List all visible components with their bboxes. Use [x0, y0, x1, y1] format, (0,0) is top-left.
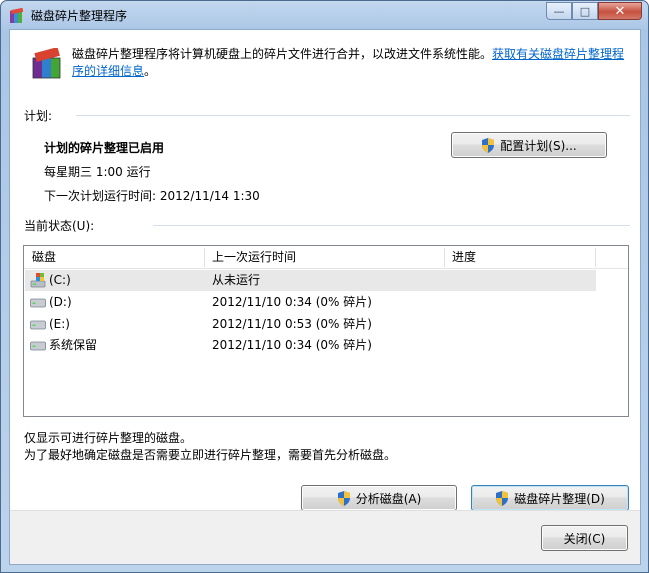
- disk-last-run: 从未运行: [212, 273, 261, 287]
- defrag-app-icon-large: [32, 48, 61, 79]
- disk-row-e[interactable]: (E:) 2012/11/10 0:53 (0% 碎片): [25, 314, 596, 335]
- maximize-button[interactable]: □: [572, 2, 598, 20]
- system-drive-icon: [30, 273, 46, 288]
- disk-name: (E:): [49, 317, 70, 331]
- disk-row-c[interactable]: (C:) 从未运行: [25, 270, 596, 291]
- close-window-button[interactable]: ✕: [598, 2, 642, 20]
- disk-name: (C:): [49, 273, 71, 287]
- note-analyze-first: 为了最好地确定磁盘是否需要立即进行碎片整理，需要首先分析磁盘。: [24, 448, 397, 462]
- schedule-frequency: 每星期三 1:00 运行: [44, 165, 151, 179]
- help-link-continued[interactable]: 序的详细信息: [72, 64, 144, 78]
- schedule-next-run: 下一次计划运行时间: 2012/11/14 1:30: [44, 189, 260, 203]
- minimize-button[interactable]: —: [546, 2, 572, 20]
- uac-shield-icon: [337, 490, 350, 506]
- dialog-footer: 关闭(C): [10, 510, 640, 564]
- note-defraggable-only: 仅显示可进行碎片整理的磁盘。: [24, 431, 193, 445]
- column-disk[interactable]: 磁盘: [24, 246, 204, 269]
- title-bar[interactable]: 磁盘碎片整理程序 — □ ✕: [1, 1, 648, 29]
- analyze-disk-button[interactable]: 分析磁盘(A): [301, 485, 457, 511]
- uac-shield-icon: [482, 137, 495, 153]
- disk-row-d[interactable]: (D:) 2012/11/10 0:34 (0% 碎片): [25, 292, 596, 313]
- schedule-divider: [76, 115, 630, 116]
- disk-list[interactable]: 磁盘 上一次运行时间 进度 (C:) 从未运行 (D:) 2012/11/10 …: [23, 245, 629, 417]
- column-progress[interactable]: 进度: [444, 246, 594, 269]
- drive-icon: [30, 320, 46, 330]
- column-last-run[interactable]: 上一次运行时间: [204, 246, 444, 269]
- description-text: 磁盘碎片整理程序将计算机硬盘上的碎片文件进行合并，以改进文件系统性能。获取有关磁…: [72, 47, 625, 78]
- help-link[interactable]: 获取有关磁盘碎片整理程: [492, 47, 624, 61]
- status-section-label: 当前状态(U):: [24, 219, 95, 233]
- disk-list-header: 磁盘 上一次运行时间 进度: [24, 246, 628, 269]
- disk-name: 系统保留: [49, 338, 98, 352]
- disk-last-run: 2012/11/10 0:34 (0% 碎片): [212, 295, 372, 309]
- disk-name: (D:): [49, 295, 72, 309]
- drive-icon: [30, 298, 46, 308]
- disk-last-run: 2012/11/10 0:53 (0% 碎片): [212, 317, 372, 331]
- schedule-status: 计划的碎片整理已启用: [44, 141, 165, 155]
- disk-last-run: 2012/11/10 0:34 (0% 碎片): [212, 338, 372, 352]
- uac-shield-icon: [496, 490, 509, 506]
- close-button[interactable]: 关闭(C): [541, 525, 628, 551]
- defrag-app-icon: [10, 8, 24, 23]
- disk-row-system-reserved[interactable]: 系统保留 2012/11/10 0:34 (0% 碎片): [25, 335, 596, 356]
- status-divider: [153, 225, 630, 226]
- window-title: 磁盘碎片整理程序: [31, 9, 128, 23]
- drive-icon: [30, 341, 46, 351]
- column-separator[interactable]: [595, 248, 596, 267]
- client-area: 磁盘碎片整理程序将计算机硬盘上的碎片文件进行合并，以改进文件系统性能。获取有关磁…: [9, 29, 641, 565]
- defrag-window: 磁盘碎片整理程序 — □ ✕ 磁盘碎片整理程序将计算机硬盘上的碎片文件进行合并，…: [0, 0, 649, 573]
- defragment-disk-button[interactable]: 磁盘碎片整理(D): [471, 485, 629, 511]
- configure-schedule-button[interactable]: 配置计划(S)...: [451, 132, 607, 158]
- schedule-section-label: 计划:: [24, 109, 53, 123]
- caption-buttons: — □ ✕: [546, 2, 642, 20]
